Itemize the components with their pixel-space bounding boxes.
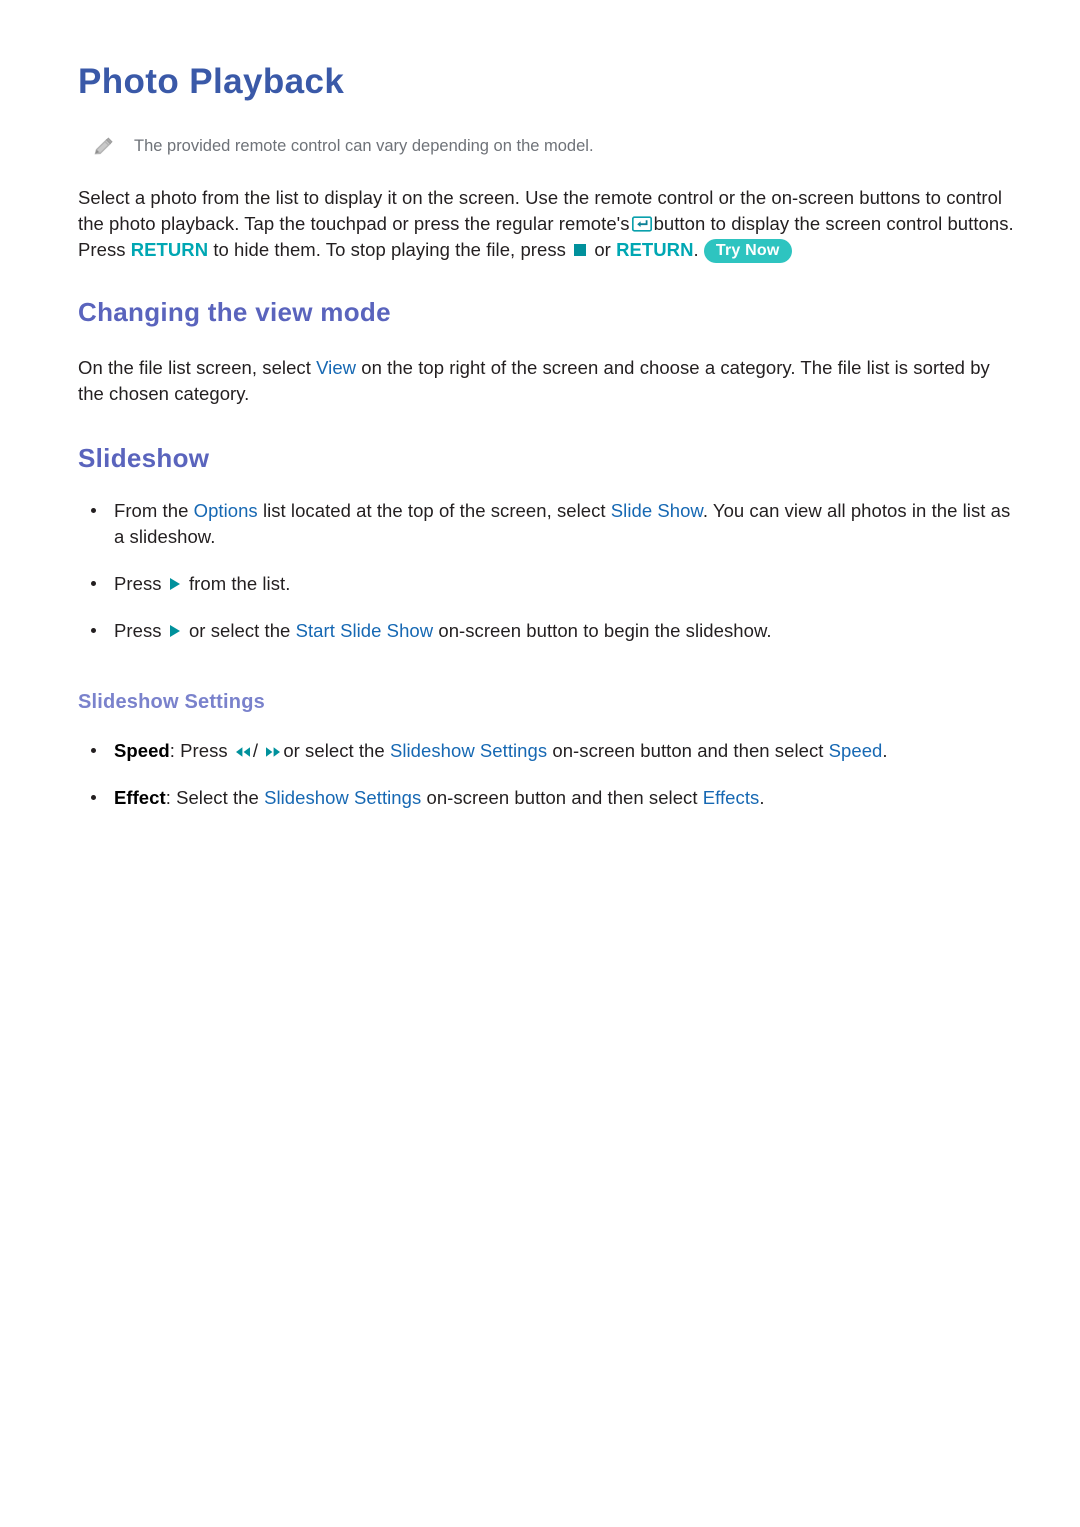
bullet-dot [91, 507, 96, 513]
effect-part1: : Select the [165, 787, 259, 809]
list-item: Press from the list. [78, 571, 1020, 597]
effect-part2: on-screen button and then select [426, 787, 698, 809]
bullet-dot [91, 628, 96, 634]
pencil-icon [92, 134, 114, 158]
note-text: The provided remote control can vary dep… [134, 137, 594, 156]
intro-text-part4: or [594, 239, 611, 261]
view-mode-paragraph: On the file list screen, select View on … [78, 355, 1020, 407]
bullet-dot [91, 795, 96, 801]
keyword-options: Options [193, 499, 258, 521]
keyword-return-1: RETURN [130, 239, 209, 261]
note-row: The provided remote control can vary dep… [92, 134, 1020, 159]
document-page: Photo Playback The provided remote contr… [0, 0, 1080, 1527]
fast-forward-button-icon [265, 739, 281, 757]
rewind-button-icon [235, 739, 251, 757]
effect-label: Effect [114, 787, 166, 809]
speed-separator: / [252, 740, 259, 762]
slideshow-bullet-list: From the Options list located at the top… [78, 498, 1020, 644]
intro-text-part5: . [693, 239, 699, 261]
page-title: Photo Playback [78, 62, 345, 101]
bullet-dot [91, 581, 96, 587]
bullet3-part2: or select the [188, 620, 291, 642]
bullet3-part1: Press [114, 620, 162, 642]
keyword-slideshow-settings-1: Slideshow Settings [389, 740, 548, 762]
intro-paragraph: Select a photo from the list to display … [78, 185, 1020, 264]
effect-part3: . [759, 787, 765, 809]
slideshow-settings-bullet-list: Speed: Press / or select the Slideshow S… [78, 738, 1020, 811]
bullet2-part2: from the list. [188, 573, 291, 595]
stop-button-icon [574, 244, 587, 257]
keyword-view: View [316, 356, 357, 378]
list-item: From the Options list located at the top… [78, 498, 1020, 550]
keyword-effects: Effects [702, 787, 760, 809]
list-item: Effect: Select the Slideshow Settings on… [78, 785, 1020, 811]
speed-part4: . [882, 740, 888, 762]
list-item: Speed: Press / or select the Slideshow S… [78, 738, 1020, 764]
bullet1-part1: From the [114, 499, 189, 521]
enter-button-icon [631, 213, 652, 232]
speed-part2: or select the [283, 740, 385, 762]
bullet2-part1: Press [114, 573, 162, 595]
section-heading-changing-the-view-mode: Changing the view mode [78, 297, 391, 328]
speed-label: Speed [114, 740, 170, 762]
play-button-icon [169, 625, 180, 638]
section-heading-slideshow: Slideshow [78, 442, 210, 473]
speed-part3: on-screen button and then select [552, 740, 824, 762]
intro-text-part3: to hide them. To stop playing the file, … [213, 239, 566, 261]
speed-part1: : Press [169, 740, 228, 762]
bullet3-part3: on-screen button to begin the slideshow. [438, 620, 772, 642]
subsection-heading-slideshow-settings: Slideshow Settings [78, 691, 265, 714]
play-button-icon [169, 578, 180, 591]
view-mode-text-part1: On the file list screen, select [78, 356, 311, 378]
keyword-slideshow-settings-2: Slideshow Settings [264, 787, 422, 809]
keyword-slide-show: Slide Show [610, 499, 703, 521]
try-now-badge[interactable]: Try Now [703, 239, 792, 264]
keyword-speed: Speed [828, 740, 883, 762]
keyword-return-2: RETURN [616, 239, 694, 261]
list-item: Press or select the Start Slide Show on-… [78, 618, 1020, 644]
bullet1-part2: list located at the top of the screen, s… [262, 499, 606, 521]
keyword-start-slide-show: Start Slide Show [295, 620, 434, 642]
bullet-dot [91, 748, 96, 754]
